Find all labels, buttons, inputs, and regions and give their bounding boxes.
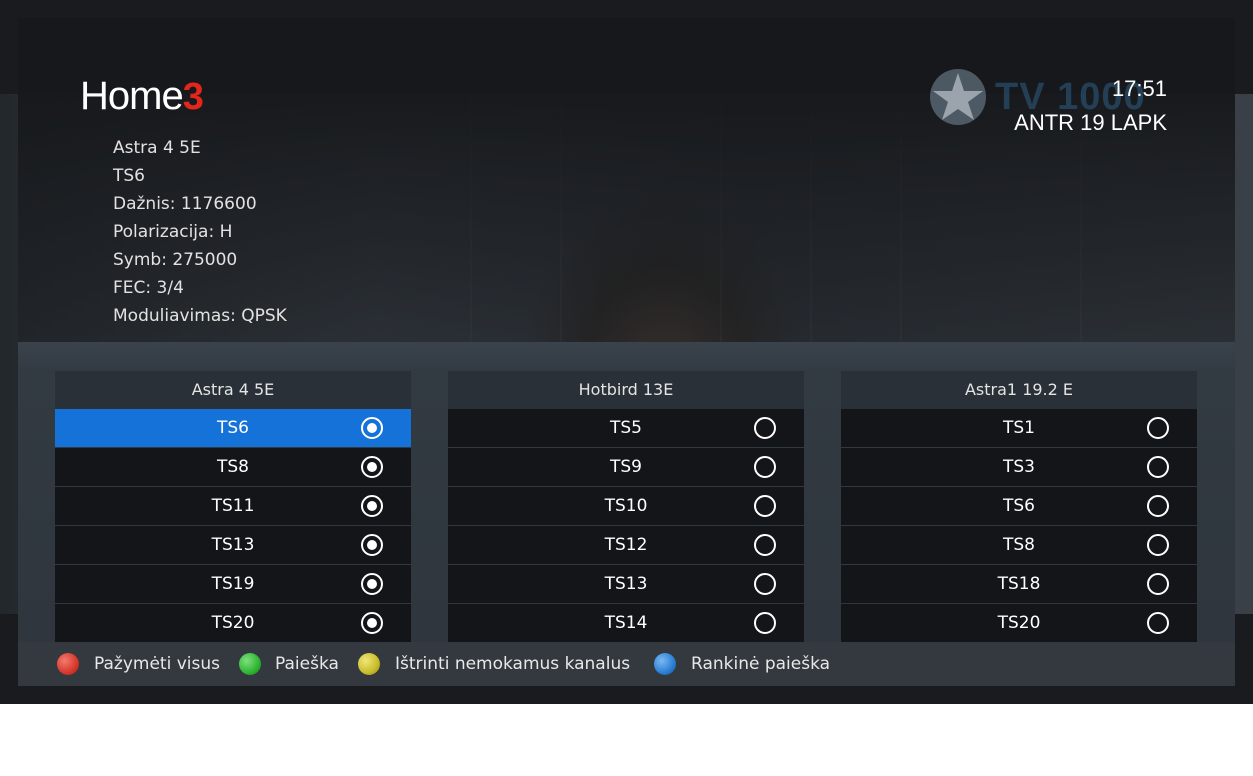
transponder-row[interactable]: TS6 [841,487,1197,525]
transponder-row[interactable]: TS10 [448,487,804,525]
red-button-icon [57,653,79,675]
transponder-info: Astra 4 5E TS6 Dažnis: 1176600 Polarizac… [113,134,287,330]
star-icon [930,69,986,125]
radio-unchecked-icon[interactable] [1147,573,1169,595]
radio-checked-icon[interactable] [361,612,383,634]
radio-unchecked-icon[interactable] [754,612,776,634]
logo-text: Home [80,74,184,118]
blue-button-icon [654,653,676,675]
transponder-row[interactable]: TS20 [55,604,411,642]
channel-name: ANTR 19 LAPK [1014,110,1167,135]
satellite-column-hotbird-13e: Hotbird 13E TS5 TS9 TS10 TS12 TS13 TS14 [448,371,804,643]
radio-unchecked-icon[interactable] [754,573,776,595]
transponder-row[interactable]: TS8 [55,448,411,486]
transponder-row[interactable]: TS19 [55,565,411,603]
transponder-row[interactable]: TS8 [841,526,1197,564]
column-header: Astra 4 5E [55,371,411,409]
transponder-label: TS12 [604,535,648,555]
radio-unchecked-icon[interactable] [1147,495,1169,517]
blue-button-label[interactable]: Rankinė paieška [691,642,830,686]
column-header: Astra1 19.2 E [841,371,1197,409]
radio-unchecked-icon[interactable] [754,534,776,556]
info-frequency: Dažnis: 1176600 [113,194,257,214]
transponder-label: TS9 [610,457,642,477]
transponder-label: TS11 [211,496,255,516]
satellite-column-astra-4-5e: Astra 4 5E TS6 TS8 TS11 TS13 TS19 TS20 [55,371,411,643]
transponder-row[interactable]: TS9 [448,448,804,486]
info-transponder: TS6 [113,166,145,186]
radio-unchecked-icon[interactable] [754,417,776,439]
info-modulation: Moduliavimas: QPSK [113,306,287,326]
transponder-label: TS8 [217,457,249,477]
radio-checked-icon[interactable] [361,495,383,517]
transponder-row[interactable]: TS18 [841,565,1197,603]
transponder-label: TS10 [604,496,648,516]
yellow-button-label[interactable]: Ištrinti nemokamus kanalus [395,642,630,686]
radio-unchecked-icon[interactable] [1147,456,1169,478]
transponder-label: TS1 [1003,418,1035,438]
transponder-label: TS19 [211,574,255,594]
radio-unchecked-icon[interactable] [754,495,776,517]
radio-checked-icon[interactable] [361,534,383,556]
green-button-label[interactable]: Paieška [275,642,339,686]
logo-accent: 3 [182,76,204,118]
transponder-label: TS13 [211,535,255,555]
home3-logo: Home3 [80,74,204,119]
transponder-row[interactable]: TS20 [841,604,1197,642]
transponder-row[interactable]: TS12 [448,526,804,564]
clock: 17:51 [1111,76,1167,101]
transponder-row[interactable]: TS6 [55,409,411,447]
transponder-label: TS18 [997,574,1041,594]
transponder-label: TS3 [1003,457,1035,477]
radio-checked-icon[interactable] [361,573,383,595]
info-symbol-rate: Symb: 275000 [113,250,238,270]
radio-unchecked-icon[interactable] [1147,417,1169,439]
info-polarization: Polarizacija: H [113,222,233,242]
yellow-button-icon [358,653,380,675]
transponder-row[interactable]: TS14 [448,604,804,642]
green-button-icon [239,653,261,675]
info-satellite: Astra 4 5E [113,138,201,158]
transponder-label: TS20 [997,613,1041,633]
transponder-row[interactable]: TS13 [55,526,411,564]
radio-unchecked-icon[interactable] [1147,612,1169,634]
transponder-label: TS14 [604,613,648,633]
transponder-row[interactable]: TS1 [841,409,1197,447]
transponder-label: TS6 [1003,496,1035,516]
transponder-label: TS8 [1003,535,1035,555]
transponder-label: TS5 [610,418,642,438]
radio-unchecked-icon[interactable] [754,456,776,478]
transponder-row[interactable]: TS13 [448,565,804,603]
radio-unchecked-icon[interactable] [1147,534,1169,556]
info-fec: FEC: 3/4 [113,278,184,298]
radio-checked-icon[interactable] [361,417,383,439]
transponder-row[interactable]: TS11 [55,487,411,525]
transponder-label: TS6 [217,418,249,438]
transponder-row[interactable]: TS3 [841,448,1197,486]
transponder-row[interactable]: TS5 [448,409,804,447]
satellite-column-astra1-19-2e: Astra1 19.2 E TS1 TS3 TS6 TS8 TS18 TS20 [841,371,1197,643]
column-header: Hotbird 13E [448,371,804,409]
footer-legend: Pažymėti visus Paieška Ištrinti nemokamu… [18,642,1235,686]
red-button-label[interactable]: Pažymėti visus [94,642,220,686]
transponder-label: TS13 [604,574,648,594]
tv-screen: Home3 Astra 4 5E TS6 Dažnis: 1176600 Pol… [0,0,1253,704]
radio-checked-icon[interactable] [361,456,383,478]
transponder-label: TS20 [211,613,255,633]
